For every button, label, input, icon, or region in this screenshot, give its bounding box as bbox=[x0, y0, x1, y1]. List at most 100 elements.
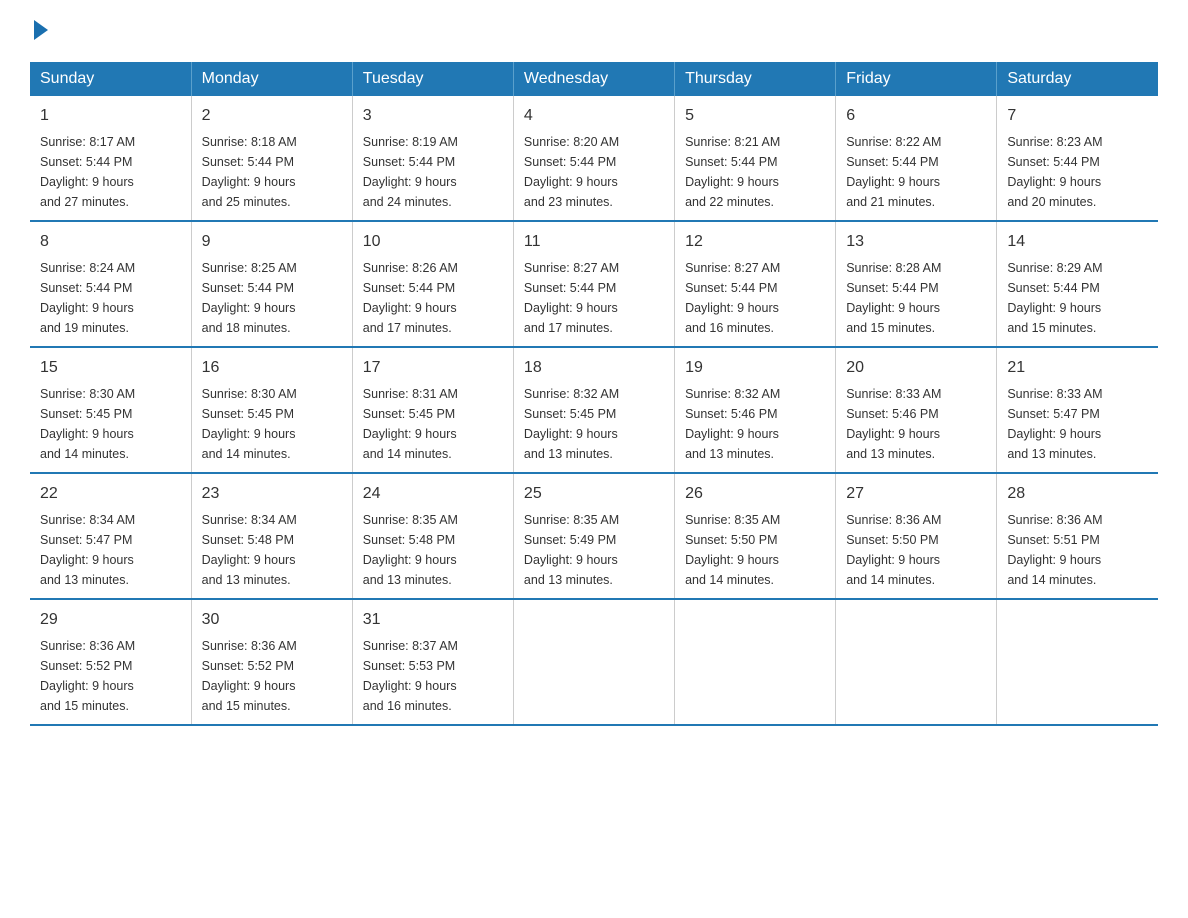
day-cell: 11 Sunrise: 8:27 AM Sunset: 5:44 PM Dayl… bbox=[513, 221, 674, 347]
day-info: Sunrise: 8:29 AM Sunset: 5:44 PM Dayligh… bbox=[1007, 258, 1148, 338]
logo-arrow-icon bbox=[34, 20, 48, 40]
day-number: 8 bbox=[40, 230, 181, 254]
day-info: Sunrise: 8:28 AM Sunset: 5:44 PM Dayligh… bbox=[846, 258, 986, 338]
day-info: Sunrise: 8:34 AM Sunset: 5:47 PM Dayligh… bbox=[40, 510, 181, 590]
day-number: 13 bbox=[846, 230, 986, 254]
day-cell: 22 Sunrise: 8:34 AM Sunset: 5:47 PM Dayl… bbox=[30, 473, 191, 599]
day-number: 12 bbox=[685, 230, 825, 254]
day-cell: 24 Sunrise: 8:35 AM Sunset: 5:48 PM Dayl… bbox=[352, 473, 513, 599]
day-info: Sunrise: 8:31 AM Sunset: 5:45 PM Dayligh… bbox=[363, 384, 503, 464]
day-info: Sunrise: 8:18 AM Sunset: 5:44 PM Dayligh… bbox=[202, 132, 342, 212]
calendar-header: SundayMondayTuesdayWednesdayThursdayFrid… bbox=[30, 62, 1158, 96]
day-cell: 6 Sunrise: 8:22 AM Sunset: 5:44 PM Dayli… bbox=[836, 96, 997, 221]
week-row-3: 15 Sunrise: 8:30 AM Sunset: 5:45 PM Dayl… bbox=[30, 347, 1158, 473]
day-cell: 25 Sunrise: 8:35 AM Sunset: 5:49 PM Dayl… bbox=[513, 473, 674, 599]
day-number: 23 bbox=[202, 482, 342, 506]
day-cell: 17 Sunrise: 8:31 AM Sunset: 5:45 PM Dayl… bbox=[352, 347, 513, 473]
day-cell: 1 Sunrise: 8:17 AM Sunset: 5:44 PM Dayli… bbox=[30, 96, 191, 221]
day-number: 7 bbox=[1007, 104, 1148, 128]
calendar-body: 1 Sunrise: 8:17 AM Sunset: 5:44 PM Dayli… bbox=[30, 96, 1158, 725]
day-number: 21 bbox=[1007, 356, 1148, 380]
day-number: 4 bbox=[524, 104, 664, 128]
day-info: Sunrise: 8:36 AM Sunset: 5:51 PM Dayligh… bbox=[1007, 510, 1148, 590]
day-number: 20 bbox=[846, 356, 986, 380]
day-number: 15 bbox=[40, 356, 181, 380]
day-number: 17 bbox=[363, 356, 503, 380]
header-cell-monday: Monday bbox=[191, 62, 352, 96]
day-cell: 9 Sunrise: 8:25 AM Sunset: 5:44 PM Dayli… bbox=[191, 221, 352, 347]
day-cell bbox=[997, 599, 1158, 725]
day-cell: 26 Sunrise: 8:35 AM Sunset: 5:50 PM Dayl… bbox=[675, 473, 836, 599]
day-cell: 18 Sunrise: 8:32 AM Sunset: 5:45 PM Dayl… bbox=[513, 347, 674, 473]
day-number: 16 bbox=[202, 356, 342, 380]
day-info: Sunrise: 8:27 AM Sunset: 5:44 PM Dayligh… bbox=[685, 258, 825, 338]
day-number: 25 bbox=[524, 482, 664, 506]
day-info: Sunrise: 8:32 AM Sunset: 5:46 PM Dayligh… bbox=[685, 384, 825, 464]
day-number: 18 bbox=[524, 356, 664, 380]
day-info: Sunrise: 8:35 AM Sunset: 5:50 PM Dayligh… bbox=[685, 510, 825, 590]
day-info: Sunrise: 8:30 AM Sunset: 5:45 PM Dayligh… bbox=[202, 384, 342, 464]
day-cell bbox=[836, 599, 997, 725]
day-info: Sunrise: 8:24 AM Sunset: 5:44 PM Dayligh… bbox=[40, 258, 181, 338]
day-cell: 2 Sunrise: 8:18 AM Sunset: 5:44 PM Dayli… bbox=[191, 96, 352, 221]
day-number: 1 bbox=[40, 104, 181, 128]
day-number: 6 bbox=[846, 104, 986, 128]
header-cell-thursday: Thursday bbox=[675, 62, 836, 96]
day-info: Sunrise: 8:20 AM Sunset: 5:44 PM Dayligh… bbox=[524, 132, 664, 212]
day-cell: 4 Sunrise: 8:20 AM Sunset: 5:44 PM Dayli… bbox=[513, 96, 674, 221]
header-cell-wednesday: Wednesday bbox=[513, 62, 674, 96]
day-info: Sunrise: 8:36 AM Sunset: 5:52 PM Dayligh… bbox=[40, 636, 181, 716]
header-cell-tuesday: Tuesday bbox=[352, 62, 513, 96]
day-number: 30 bbox=[202, 608, 342, 632]
day-info: Sunrise: 8:33 AM Sunset: 5:46 PM Dayligh… bbox=[846, 384, 986, 464]
week-row-2: 8 Sunrise: 8:24 AM Sunset: 5:44 PM Dayli… bbox=[30, 221, 1158, 347]
day-info: Sunrise: 8:36 AM Sunset: 5:52 PM Dayligh… bbox=[202, 636, 342, 716]
day-number: 10 bbox=[363, 230, 503, 254]
day-number: 29 bbox=[40, 608, 181, 632]
day-info: Sunrise: 8:19 AM Sunset: 5:44 PM Dayligh… bbox=[363, 132, 503, 212]
day-info: Sunrise: 8:26 AM Sunset: 5:44 PM Dayligh… bbox=[363, 258, 503, 338]
page-header bbox=[30, 20, 1158, 44]
day-number: 2 bbox=[202, 104, 342, 128]
header-cell-sunday: Sunday bbox=[30, 62, 191, 96]
day-info: Sunrise: 8:37 AM Sunset: 5:53 PM Dayligh… bbox=[363, 636, 503, 716]
day-cell: 21 Sunrise: 8:33 AM Sunset: 5:47 PM Dayl… bbox=[997, 347, 1158, 473]
day-number: 22 bbox=[40, 482, 181, 506]
day-cell: 10 Sunrise: 8:26 AM Sunset: 5:44 PM Dayl… bbox=[352, 221, 513, 347]
header-row: SundayMondayTuesdayWednesdayThursdayFrid… bbox=[30, 62, 1158, 96]
header-cell-friday: Friday bbox=[836, 62, 997, 96]
day-cell: 28 Sunrise: 8:36 AM Sunset: 5:51 PM Dayl… bbox=[997, 473, 1158, 599]
day-info: Sunrise: 8:35 AM Sunset: 5:48 PM Dayligh… bbox=[363, 510, 503, 590]
day-info: Sunrise: 8:27 AM Sunset: 5:44 PM Dayligh… bbox=[524, 258, 664, 338]
day-number: 3 bbox=[363, 104, 503, 128]
day-number: 5 bbox=[685, 104, 825, 128]
day-number: 9 bbox=[202, 230, 342, 254]
day-cell bbox=[513, 599, 674, 725]
day-number: 28 bbox=[1007, 482, 1148, 506]
day-cell: 12 Sunrise: 8:27 AM Sunset: 5:44 PM Dayl… bbox=[675, 221, 836, 347]
day-cell: 16 Sunrise: 8:30 AM Sunset: 5:45 PM Dayl… bbox=[191, 347, 352, 473]
day-cell: 7 Sunrise: 8:23 AM Sunset: 5:44 PM Dayli… bbox=[997, 96, 1158, 221]
week-row-5: 29 Sunrise: 8:36 AM Sunset: 5:52 PM Dayl… bbox=[30, 599, 1158, 725]
day-info: Sunrise: 8:25 AM Sunset: 5:44 PM Dayligh… bbox=[202, 258, 342, 338]
day-cell: 14 Sunrise: 8:29 AM Sunset: 5:44 PM Dayl… bbox=[997, 221, 1158, 347]
day-cell: 8 Sunrise: 8:24 AM Sunset: 5:44 PM Dayli… bbox=[30, 221, 191, 347]
week-row-1: 1 Sunrise: 8:17 AM Sunset: 5:44 PM Dayli… bbox=[30, 96, 1158, 221]
day-number: 26 bbox=[685, 482, 825, 506]
day-info: Sunrise: 8:36 AM Sunset: 5:50 PM Dayligh… bbox=[846, 510, 986, 590]
day-cell: 23 Sunrise: 8:34 AM Sunset: 5:48 PM Dayl… bbox=[191, 473, 352, 599]
day-number: 14 bbox=[1007, 230, 1148, 254]
day-cell: 15 Sunrise: 8:30 AM Sunset: 5:45 PM Dayl… bbox=[30, 347, 191, 473]
day-cell: 30 Sunrise: 8:36 AM Sunset: 5:52 PM Dayl… bbox=[191, 599, 352, 725]
day-number: 31 bbox=[363, 608, 503, 632]
day-info: Sunrise: 8:32 AM Sunset: 5:45 PM Dayligh… bbox=[524, 384, 664, 464]
day-cell: 29 Sunrise: 8:36 AM Sunset: 5:52 PM Dayl… bbox=[30, 599, 191, 725]
day-cell: 19 Sunrise: 8:32 AM Sunset: 5:46 PM Dayl… bbox=[675, 347, 836, 473]
week-row-4: 22 Sunrise: 8:34 AM Sunset: 5:47 PM Dayl… bbox=[30, 473, 1158, 599]
day-cell: 20 Sunrise: 8:33 AM Sunset: 5:46 PM Dayl… bbox=[836, 347, 997, 473]
day-info: Sunrise: 8:34 AM Sunset: 5:48 PM Dayligh… bbox=[202, 510, 342, 590]
day-info: Sunrise: 8:33 AM Sunset: 5:47 PM Dayligh… bbox=[1007, 384, 1148, 464]
day-number: 19 bbox=[685, 356, 825, 380]
day-info: Sunrise: 8:21 AM Sunset: 5:44 PM Dayligh… bbox=[685, 132, 825, 212]
day-cell: 3 Sunrise: 8:19 AM Sunset: 5:44 PM Dayli… bbox=[352, 96, 513, 221]
